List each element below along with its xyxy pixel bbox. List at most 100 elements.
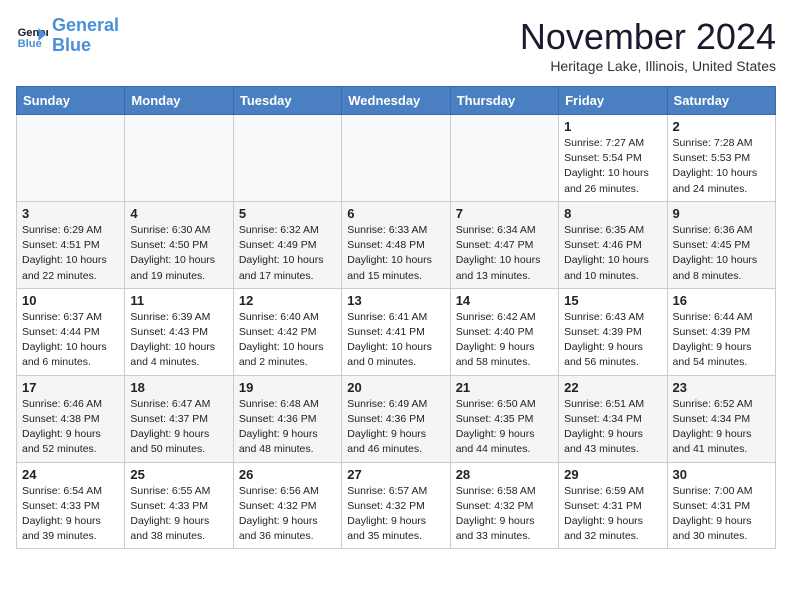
day-number: 5 [239,206,336,221]
day-number: 15 [564,293,661,308]
day-info: Sunrise: 7:00 AMSunset: 4:31 PMDaylight:… [673,484,770,545]
day-info: Sunrise: 6:55 AMSunset: 4:33 PMDaylight:… [130,484,227,545]
day-info: Sunrise: 6:51 AMSunset: 4:34 PMDaylight:… [564,397,661,458]
calendar-header-sunday: Sunday [17,87,125,115]
calendar-header-thursday: Thursday [450,87,558,115]
calendar-cell: 8 Sunrise: 6:35 AMSunset: 4:46 PMDaylight… [559,201,667,288]
calendar-cell: 4 Sunrise: 6:30 AMSunset: 4:50 PMDaylight… [125,201,233,288]
calendar-cell [342,115,450,202]
day-info: Sunrise: 6:56 AMSunset: 4:32 PMDaylight:… [239,484,336,545]
day-info: Sunrise: 6:40 AMSunset: 4:42 PMDaylight:… [239,310,336,371]
day-number: 28 [456,467,553,482]
calendar-cell: 3 Sunrise: 6:29 AMSunset: 4:51 PMDaylight… [17,201,125,288]
day-number: 21 [456,380,553,395]
calendar-cell [233,115,341,202]
calendar-cell [17,115,125,202]
day-number: 24 [22,467,119,482]
calendar-cell: 29 Sunrise: 6:59 AMSunset: 4:31 PMDayligh… [559,462,667,549]
day-number: 26 [239,467,336,482]
day-number: 3 [22,206,119,221]
calendar-cell: 13Sunrise: 6:41 AMSunset: 4:41 PMDayligh… [342,288,450,375]
calendar-week-row: 24Sunrise: 6:54 AMSunset: 4:33 PMDayligh… [17,462,776,549]
day-info: Sunrise: 6:52 AMSunset: 4:34 PMDaylight:… [673,397,770,458]
calendar-cell: 10Sunrise: 6:37 AMSunset: 4:44 PMDayligh… [17,288,125,375]
day-info: Sunrise: 6:39 AMSunset: 4:43 PMDaylight:… [130,310,227,371]
day-info: Sunrise: 6:58 AMSunset: 4:32 PMDaylight:… [456,484,553,545]
month-title: November 2024 [520,16,776,58]
day-number: 13 [347,293,444,308]
day-number: 8 [564,206,661,221]
day-number: 19 [239,380,336,395]
day-info: Sunrise: 6:50 AMSunset: 4:35 PMDaylight:… [456,397,553,458]
day-info: Sunrise: 6:32 AMSunset: 4:49 PMDaylight:… [239,223,336,284]
day-number: 20 [347,380,444,395]
day-number: 4 [130,206,227,221]
day-number: 12 [239,293,336,308]
calendar-header-wednesday: Wednesday [342,87,450,115]
day-number: 30 [673,467,770,482]
calendar-cell: 14 Sunrise: 6:42 AMSunset: 4:40 PMDayligh… [450,288,558,375]
logo-icon: General Blue [16,20,48,52]
day-info: Sunrise: 6:42 AMSunset: 4:40 PMDaylight:… [456,310,553,371]
header: General Blue General Blue November 2024 … [16,16,776,74]
day-info: Sunrise: 6:48 AMSunset: 4:36 PMDaylight:… [239,397,336,458]
calendar-header-friday: Friday [559,87,667,115]
day-number: 16 [673,293,770,308]
day-info: Sunrise: 6:35 AMSunset: 4:46 PMDaylight:… [564,223,661,284]
calendar-header-monday: Monday [125,87,233,115]
day-info: Sunrise: 6:29 AMSunset: 4:51 PMDaylight:… [22,223,119,284]
calendar-cell: 30 Sunrise: 7:00 AMSunset: 4:31 PMDayligh… [667,462,775,549]
calendar-cell: 26 Sunrise: 6:56 AMSunset: 4:32 PMDayligh… [233,462,341,549]
calendar-cell: 21 Sunrise: 6:50 AMSunset: 4:35 PMDayligh… [450,375,558,462]
calendar-cell: 16Sunrise: 6:44 AMSunset: 4:39 PMDayligh… [667,288,775,375]
day-info: Sunrise: 6:57 AMSunset: 4:32 PMDaylight:… [347,484,444,545]
day-number: 25 [130,467,227,482]
calendar-header-row: SundayMondayTuesdayWednesdayThursdayFrid… [17,87,776,115]
calendar-cell: 17Sunrise: 6:46 AMSunset: 4:38 PMDayligh… [17,375,125,462]
day-info: Sunrise: 6:47 AMSunset: 4:37 PMDaylight:… [130,397,227,458]
day-info: Sunrise: 6:43 AMSunset: 4:39 PMDaylight:… [564,310,661,371]
calendar-cell: 19 Sunrise: 6:48 AMSunset: 4:36 PMDayligh… [233,375,341,462]
day-info: Sunrise: 7:28 AMSunset: 5:53 PMDaylight:… [673,136,770,197]
day-info: Sunrise: 6:30 AMSunset: 4:50 PMDaylight:… [130,223,227,284]
calendar-table: SundayMondayTuesdayWednesdayThursdayFrid… [16,86,776,549]
calendar-cell: 28 Sunrise: 6:58 AMSunset: 4:32 PMDayligh… [450,462,558,549]
day-info: Sunrise: 6:36 AMSunset: 4:45 PMDaylight:… [673,223,770,284]
day-number: 6 [347,206,444,221]
day-number: 23 [673,380,770,395]
day-number: 18 [130,380,227,395]
calendar-cell: 15 Sunrise: 6:43 AMSunset: 4:39 PMDayligh… [559,288,667,375]
day-info: Sunrise: 6:46 AMSunset: 4:38 PMDaylight:… [22,397,119,458]
calendar-cell: 7Sunrise: 6:34 AMSunset: 4:47 PMDaylight… [450,201,558,288]
calendar-week-row: 10Sunrise: 6:37 AMSunset: 4:44 PMDayligh… [17,288,776,375]
calendar-cell [125,115,233,202]
day-number: 7 [456,206,553,221]
day-number: 9 [673,206,770,221]
day-number: 27 [347,467,444,482]
calendar-cell: 11 Sunrise: 6:39 AMSunset: 4:43 PMDayligh… [125,288,233,375]
calendar-cell: 27 Sunrise: 6:57 AMSunset: 4:32 PMDayligh… [342,462,450,549]
logo: General Blue General Blue [16,16,119,56]
calendar-cell: 25 Sunrise: 6:55 AMSunset: 4:33 PMDayligh… [125,462,233,549]
calendar-cell: 6 Sunrise: 6:33 AMSunset: 4:48 PMDaylight… [342,201,450,288]
day-info: Sunrise: 6:33 AMSunset: 4:48 PMDaylight:… [347,223,444,284]
calendar-cell: 18 Sunrise: 6:47 AMSunset: 4:37 PMDayligh… [125,375,233,462]
day-number: 11 [130,293,227,308]
calendar-cell: 22 Sunrise: 6:51 AMSunset: 4:34 PMDayligh… [559,375,667,462]
logo-text: General Blue [52,16,119,56]
calendar-cell [450,115,558,202]
calendar-cell: 20Sunrise: 6:49 AMSunset: 4:36 PMDayligh… [342,375,450,462]
calendar-cell: 12 Sunrise: 6:40 AMSunset: 4:42 PMDayligh… [233,288,341,375]
location-subtitle: Heritage Lake, Illinois, United States [520,58,776,74]
day-number: 1 [564,119,661,134]
day-number: 22 [564,380,661,395]
calendar-header-saturday: Saturday [667,87,775,115]
calendar-week-row: 17Sunrise: 6:46 AMSunset: 4:38 PMDayligh… [17,375,776,462]
day-info: Sunrise: 6:37 AMSunset: 4:44 PMDaylight:… [22,310,119,371]
svg-text:Blue: Blue [18,38,42,50]
calendar-header-tuesday: Tuesday [233,87,341,115]
day-number: 14 [456,293,553,308]
day-info: Sunrise: 6:59 AMSunset: 4:31 PMDaylight:… [564,484,661,545]
day-number: 29 [564,467,661,482]
calendar-cell: 1Sunrise: 7:27 AMSunset: 5:54 PMDaylight… [559,115,667,202]
